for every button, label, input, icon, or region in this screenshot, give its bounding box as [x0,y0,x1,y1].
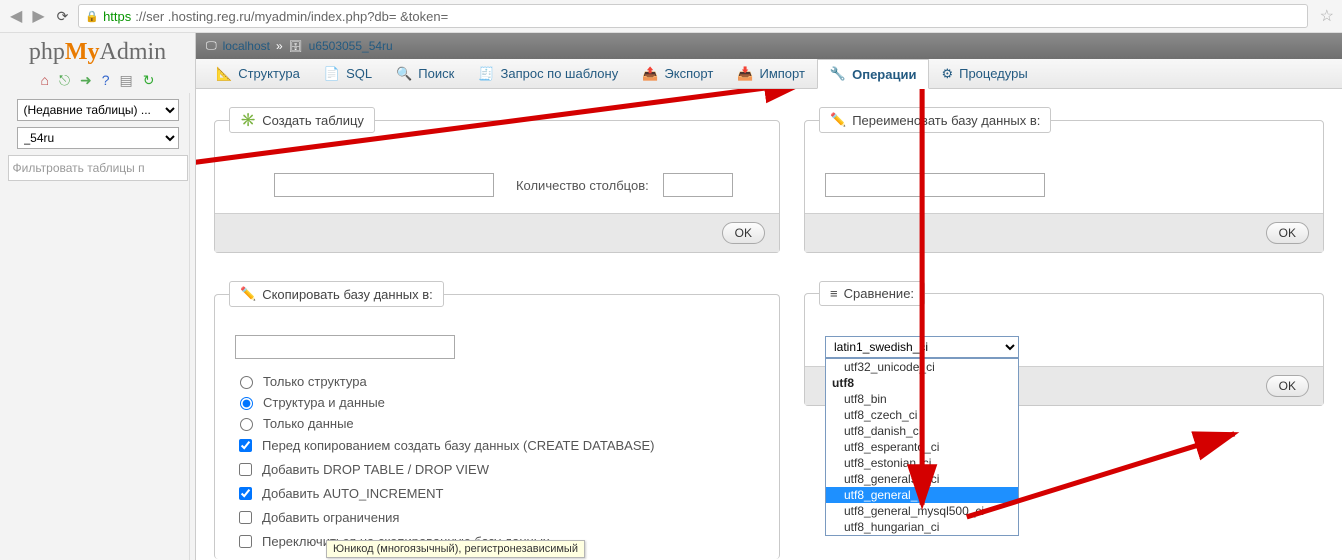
panel-collation: ≡Сравнение: latin1_swedish_ci utf32_unic… [804,281,1324,406]
pencil-icon: ✏️ [240,286,256,302]
tab-icon: 📄 [324,66,340,82]
panel-copy-db: ✏️Скопировать базу данных в: Только стру… [214,281,780,559]
lock-icon: 🔒 [85,10,99,23]
spark-icon: ✳️ [240,112,256,128]
collation-option[interactable]: utf8 [826,375,1018,391]
breadcrumb-db[interactable]: u6503055_54ru [309,39,393,53]
collation-option[interactable]: utf8_general50_ci [826,471,1018,487]
create-ok-button[interactable]: OK [722,222,765,244]
tab-label: Процедуры [959,66,1028,81]
database-select[interactable]: _54ru [17,127,179,149]
tab-Структура[interactable]: 📐 Структура [204,59,312,88]
legend-collation: ≡Сравнение: [819,281,925,306]
tab-Экспорт[interactable]: 📤 Экспорт [630,59,725,88]
collation-option[interactable]: utf8_esperanto_ci [826,439,1018,455]
legend-create-table: ✳️Создать таблицу [229,107,375,133]
breadcrumb: 🖵 localhost » 🗄 u6503055_54ru [196,33,1342,59]
tab-label: SQL [346,66,372,81]
radio-structure-only[interactable] [240,376,253,389]
exit-icon[interactable]: ⎋ [59,72,70,89]
tab-label: Операции [852,67,916,82]
panel-rename-db: ✏️Переименовать базу данных в: OK [804,107,1324,253]
server-icon: 🖵 [206,40,217,53]
tab-label: Поиск [418,66,454,81]
database-icon: 🗄 [289,40,303,53]
tab-icon: 📥 [737,66,753,82]
tab-icon: ⚙ [941,66,953,82]
list-icon: ≡ [830,286,838,301]
filter-tables-input[interactable] [8,155,188,181]
main: 🖵 localhost » 🗄 u6503055_54ru 📐 Структура… [196,33,1342,560]
collation-option[interactable]: utf8_general_ci [826,487,1018,503]
radio-structure-data[interactable] [240,397,253,410]
collation-select[interactable]: latin1_swedish_ci [825,336,1019,358]
tab-label: Импорт [759,66,804,81]
tab-SQL[interactable]: 📄 SQL [312,59,384,88]
tab-Импорт[interactable]: 📥 Импорт [725,59,817,88]
nav-fwd-icon: ▶ [30,6,46,26]
collation-option[interactable]: utf8_general_mysql500_ci [826,503,1018,519]
create-name-input[interactable] [274,173,494,197]
legend-copy-db: ✏️Скопировать базу данных в: [229,281,444,307]
tab-Процедуры[interactable]: ⚙ Процедуры [929,59,1039,88]
home-icon[interactable]: ⌂ [40,72,48,89]
collation-tooltip: Юникод (многоязычный), регистронезависим… [326,540,585,558]
collation-option[interactable]: utf32_unicode_ci [826,359,1018,375]
rename-ok-button[interactable]: OK [1266,222,1309,244]
tab-icon: 🧾 [478,66,494,82]
pencil-icon: ✏️ [830,112,846,128]
query-icon[interactable]: ➜ [80,72,92,89]
tab-icon: 🔍 [396,66,412,82]
nav-back-icon[interactable]: ◀ [8,6,24,26]
check-switch[interactable] [239,535,252,548]
collation-option[interactable]: utf8_bin [826,391,1018,407]
check-drop[interactable] [239,463,252,476]
collation-option[interactable]: utf8_estonian_ci [826,455,1018,471]
tab-Поиск[interactable]: 🔍 Поиск [384,59,466,88]
check-constraints[interactable] [239,511,252,524]
collation-ok-button[interactable]: OK [1266,375,1309,397]
copy-name-input[interactable] [235,335,455,359]
radio-data-only[interactable] [240,418,253,431]
collation-option[interactable]: utf8_czech_ci [826,407,1018,423]
url-https: https [103,9,131,24]
refresh-icon[interactable]: ↻ [143,72,155,89]
tab-label: Запрос по шаблону [500,66,618,81]
bookmark-star-icon[interactable]: ☆ [1320,6,1334,26]
tab-icon: 📐 [216,66,232,82]
panel-create-table: ✳️Создать таблицу Имя Количество столбцо… [214,107,780,253]
rename-input[interactable] [825,173,1045,197]
url-rest: ://ser .hosting.reg.ru/myadmin/index.php… [135,9,448,24]
create-cols-label: Количество столбцов: [516,178,649,193]
collation-option[interactable]: utf8_hungarian_ci [826,519,1018,535]
reload-icon[interactable]: ⟳ [53,8,73,25]
recent-tables-select[interactable]: (Недавние таблицы) ... [17,99,179,121]
breadcrumb-server[interactable]: localhost [223,39,270,53]
tab-Запрос по шаблону[interactable]: 🧾 Запрос по шаблону [466,59,630,88]
sidebar: phpMyAdmin ⌂ ⎋ ➜ ? ▤ ↻ (Недавние таблицы… [0,33,196,560]
help-icon[interactable]: ? [102,72,110,89]
tab-label: Экспорт [664,66,713,81]
sql-icon[interactable]: ▤ [120,72,133,89]
tabs: 📐 Структура 📄 SQL 🔍 Поиск 🧾 Запрос по шаблону 📤 Э… [196,59,1342,89]
tab-icon: 🔧 [830,66,846,82]
logo[interactable]: phpMyAdmin [0,33,195,70]
tab-icon: 📤 [642,66,658,82]
check-create-db[interactable] [239,439,252,452]
check-auto-increment[interactable] [239,487,252,500]
legend-rename-db: ✏️Переименовать базу данных в: [819,107,1051,133]
collation-option[interactable]: utf8_danish_ci [826,423,1018,439]
tab-label: Структура [238,66,300,81]
collation-dropdown-list[interactable]: utf32_unicode_ciutf8utf8_binutf8_czech_c… [825,358,1019,536]
browser-bar: ◀ ▶ ⟳ 🔒 https ://ser .hosting.reg.ru/myad… [0,0,1342,33]
tab-Операции[interactable]: 🔧 Операции [817,59,930,89]
url-box[interactable]: 🔒 https ://ser .hosting.reg.ru/myadmin/in… [78,4,1307,28]
create-cols-input[interactable] [663,173,733,197]
